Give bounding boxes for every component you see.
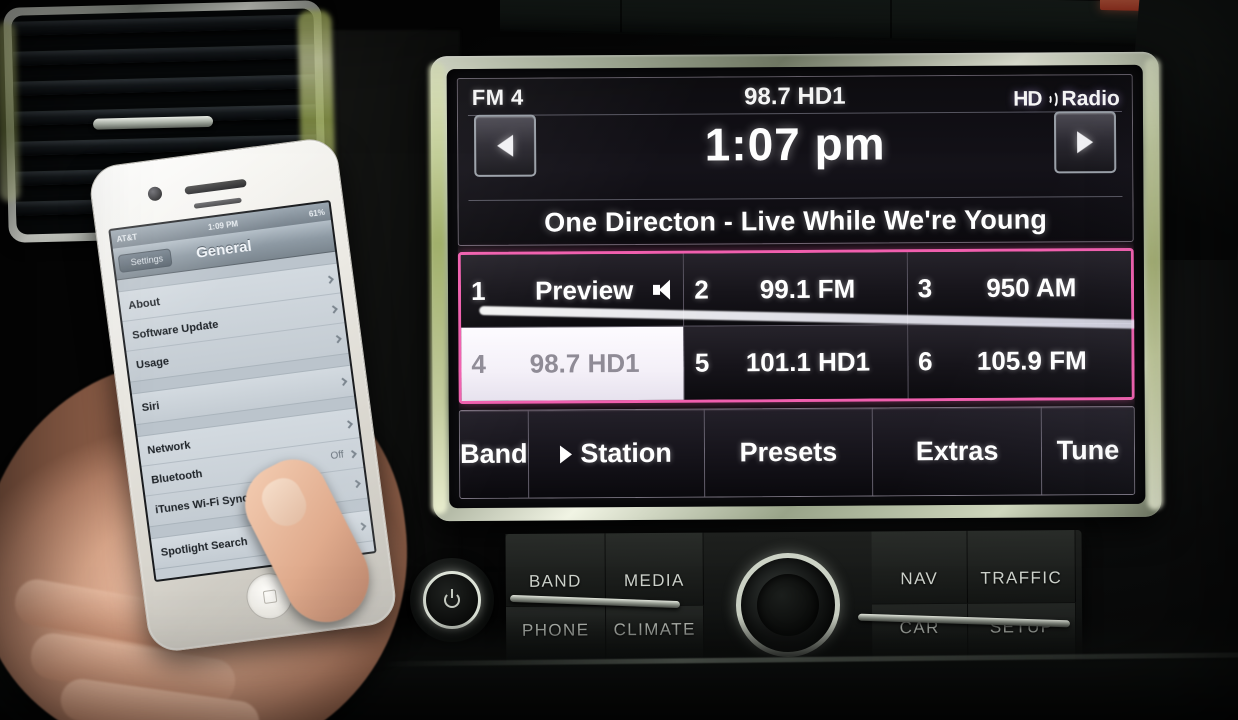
preset-button-2[interactable]: 2 99.1 FM	[684, 252, 908, 327]
status-clock: 1:09 PM	[207, 218, 239, 232]
preset-button-6[interactable]: 6 105.9 FM	[907, 323, 1132, 399]
nav-hardware-button[interactable]: NAV	[871, 530, 968, 605]
carrier-label: AT&T	[115, 232, 138, 244]
clock-display: 1:07 pm	[704, 117, 886, 171]
preset-button-4[interactable]: 4 98.7 HD1	[461, 326, 686, 402]
extras-menu-label: Extras	[915, 435, 999, 467]
chevron-right-icon	[333, 334, 342, 344]
tune-menu-label: Tune	[1056, 435, 1120, 466]
hd-radio-arcs-icon	[1044, 89, 1058, 109]
presets-menu-button[interactable]: Presets	[704, 408, 874, 497]
preset-label: 950 AM	[986, 271, 1077, 303]
earpiece-speaker	[184, 178, 247, 195]
preset-label: Preview	[534, 274, 634, 306]
preset-label: 101.1 HD1	[745, 346, 871, 378]
list-item-label: iTunes Wi-Fi Sync	[154, 492, 250, 517]
chevron-right-icon	[344, 419, 353, 429]
station-menu-label: Station	[580, 437, 672, 469]
list-item-label: Spotlight Search	[160, 535, 249, 560]
front-camera-icon	[147, 185, 163, 202]
thumbnail	[255, 471, 314, 533]
preset-number: 1	[470, 275, 486, 306]
preset-label: 105.9 FM	[976, 345, 1087, 376]
preset-number: 5	[694, 347, 710, 378]
preset-label: 99.1 FM	[759, 273, 856, 304]
battery-percent: 61%	[308, 207, 326, 219]
media-hardware-label: MEDIA	[623, 570, 685, 591]
preset-number: 3	[917, 272, 933, 303]
air-vent-direction-knob[interactable]	[92, 115, 214, 130]
radio-info-panel: FM 4 98.7 HD1 HD Radio 1:07 pm One Direc…	[456, 73, 1134, 247]
speaker-icon	[653, 279, 671, 300]
hd-radio-mark: HD	[1013, 87, 1042, 111]
preset-button-3[interactable]: 3 950 AM	[907, 250, 1132, 326]
preset-grid[interactable]: 1 Preview 2 99.1 FM 3 950 AM 4 98.7 HD1 …	[457, 247, 1136, 405]
bottom-menu-bar[interactable]: Band Station Presets Extras Tune	[458, 405, 1136, 500]
band-menu-label: Band	[459, 438, 528, 470]
list-item-label: Network	[146, 438, 192, 457]
list-item-label: Software Update	[131, 318, 220, 342]
infotainment-screen[interactable]: FM 4 98.7 HD1 HD Radio 1:07 pm One Direc…	[456, 73, 1136, 500]
chevron-right-icon	[352, 479, 361, 489]
chevron-right-icon	[338, 377, 348, 387]
play-triangle-icon	[560, 444, 573, 463]
chevron-right-icon	[357, 522, 367, 531]
preset-number: 6	[918, 346, 933, 377]
traffic-hardware-button[interactable]: TRAFFIC	[967, 530, 1076, 604]
bezel-reflection-right	[1144, 57, 1164, 510]
bezel-reflection-left	[428, 62, 448, 515]
chevron-right-icon	[325, 274, 334, 284]
left-arrow-icon	[497, 134, 514, 157]
proximity-sensor	[193, 197, 242, 209]
hd-radio-word: Radio	[1061, 87, 1120, 111]
list-item-label: About	[127, 295, 161, 312]
previous-station-button[interactable]	[473, 114, 537, 177]
tune-menu-button[interactable]: Tune	[1041, 406, 1135, 495]
home-button-square-glyph	[262, 588, 277, 604]
right-arrow-icon	[1077, 131, 1094, 154]
list-item-label: Usage	[135, 355, 170, 372]
chevron-right-icon	[329, 304, 338, 314]
station-menu-button[interactable]: Station	[528, 409, 705, 498]
band-menu-button[interactable]: Band	[459, 410, 529, 499]
hd-radio-icon: HD Radio	[1013, 87, 1120, 112]
list-item-label: Bluetooth	[150, 467, 204, 487]
screenshot-scene: FM 4 98.7 HD1 HD Radio 1:07 pm One Direc…	[0, 0, 1238, 720]
preset-number: 2	[694, 274, 709, 305]
head-unit-bezel: FM 4 98.7 HD1 HD Radio 1:07 pm One Direc…	[428, 51, 1164, 522]
preset-button-5[interactable]: 5 101.1 HD1	[684, 325, 909, 400]
preset-number: 4	[471, 348, 487, 379]
next-station-button[interactable]	[1053, 111, 1117, 174]
dashboard-upper-trim	[500, 0, 1238, 49]
media-hardware-button[interactable]: MEDIA	[605, 532, 705, 607]
band-hardware-label: BAND	[528, 571, 582, 591]
presets-menu-label: Presets	[739, 436, 838, 468]
preset-label: 98.7 HD1	[529, 347, 640, 379]
nav-hardware-label: NAV	[900, 568, 939, 589]
traffic-hardware-label: TRAFFIC	[980, 568, 1063, 588]
list-item-label: Siri	[141, 400, 161, 415]
head-unit-screen-frame: FM 4 98.7 HD1 HD Radio 1:07 pm One Direc…	[446, 64, 1146, 509]
preset-button-1[interactable]: 1 Preview	[460, 253, 685, 329]
power-icon	[444, 592, 460, 608]
now-playing-text: One Directon - Live While We're Young	[544, 204, 1048, 238]
extras-menu-button[interactable]: Extras	[872, 407, 1043, 496]
